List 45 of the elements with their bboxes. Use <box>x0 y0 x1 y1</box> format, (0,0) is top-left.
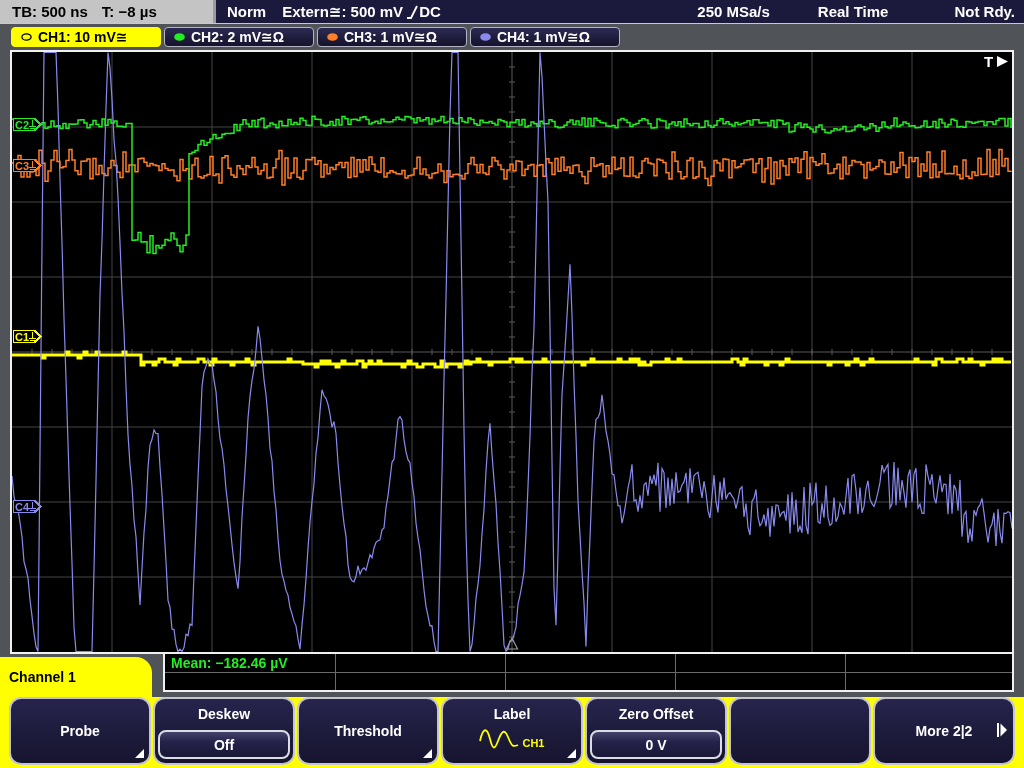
marker-label: C2 <box>15 119 30 131</box>
status-readout: Not Rdy. <box>954 3 1015 20</box>
softkey[interactable] <box>729 697 871 765</box>
trigger-offset-readout: T: −8 µs <box>101 3 157 20</box>
ground-icon <box>28 160 37 170</box>
wave-icon <box>479 729 520 749</box>
ground-icon <box>28 119 37 129</box>
softkey[interactable]: Probe <box>9 697 151 765</box>
sample-rate-readout: 250 MSa/s <box>697 3 770 20</box>
channel-tab[interactable]: CH3: 1 mV≅Ω <box>317 27 467 47</box>
softkey[interactable]: Deskew Off <box>153 697 295 765</box>
acquisition-readout: Real Time <box>817 3 889 20</box>
marker-label: C3 <box>15 160 30 172</box>
channel-marker[interactable]: C2 <box>12 117 42 132</box>
channel-tab[interactable]: CH2: 2 mV≅Ω <box>164 27 314 47</box>
marker-label: C1 <box>15 331 30 343</box>
triangle-icon <box>997 56 1008 67</box>
ring-icon <box>21 33 32 41</box>
next-arrow-icon <box>997 723 1007 737</box>
softkey[interactable]: Zero Offset 0 V <box>585 697 727 765</box>
softkey[interactable]: Threshold <box>297 697 439 765</box>
ground-icon <box>28 501 37 511</box>
corner-triangle-icon <box>135 749 144 758</box>
channel-tab[interactable]: CH1: 10 mV≅ <box>11 27 161 47</box>
trigger-mode-readout: Norm <box>227 3 267 20</box>
label-value: CH1 <box>522 737 545 749</box>
trigger-source-readout: Extern≅: 500 mV <box>282 2 404 21</box>
triangle-icon <box>505 636 519 650</box>
trigger-coupling-readout: DC <box>419 3 441 20</box>
softkey-value: 0 V <box>590 730 722 759</box>
channel-marker[interactable]: C1 <box>12 329 42 344</box>
channel-tab[interactable]: CH4: 1 mV≅Ω <box>470 27 620 47</box>
measurement-value: Mean: −182.46 µV <box>171 655 288 671</box>
marker-label: C4 <box>15 501 30 513</box>
channel-marker[interactable]: C3 <box>12 158 42 173</box>
trigger-label: T <box>984 53 994 70</box>
softkey-value: Off <box>158 730 290 759</box>
ground-icon <box>28 331 37 341</box>
corner-triangle-icon <box>567 749 576 758</box>
channel-marker[interactable]: C4 <box>12 499 42 514</box>
corner-triangle-icon <box>423 749 432 758</box>
menu-title: Channel 1 <box>0 657 152 697</box>
timebase-readout: TB: 500 ns <box>12 3 88 20</box>
softkey[interactable]: More 2|2 <box>873 697 1015 765</box>
softkey[interactable]: Label CH1 <box>441 697 583 765</box>
